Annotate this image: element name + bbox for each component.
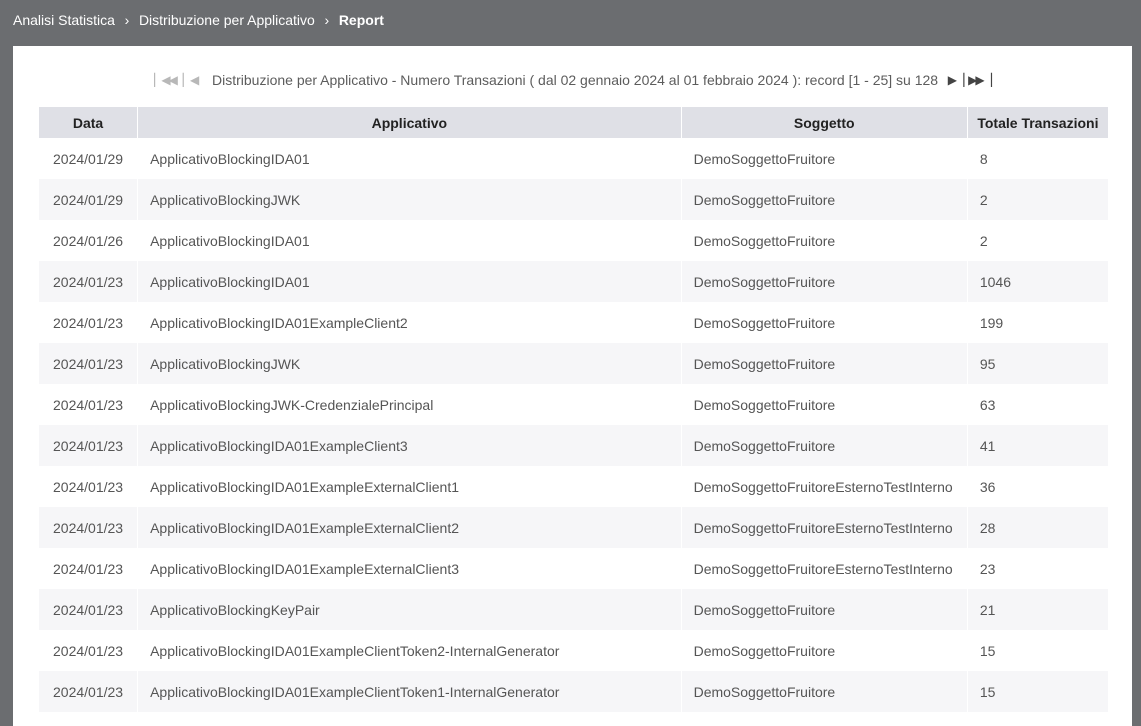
cell-data: 2024/01/29	[39, 179, 138, 220]
cell-applicativo: ApplicativoBlockingIDA01	[138, 261, 681, 302]
cell-totale-transazioni: 1046	[967, 261, 1108, 302]
table-row[interactable]: 2024/01/23 ApplicativoBlockingIDA01 DemoSo…	[39, 261, 1108, 302]
chevron-right-icon: ›	[124, 12, 130, 28]
column-header-soggetto[interactable]: Soggetto	[681, 107, 967, 138]
last-page-icon[interactable]: ▶▶▕	[968, 68, 992, 92]
cell-soggetto: DemoSoggettoFruitore	[681, 630, 967, 671]
previous-page-icon[interactable]: ▏◀	[182, 68, 199, 92]
cell-data: 2024/01/23	[39, 671, 138, 712]
cell-applicativo: ApplicativoBlockingIDA01ExampleClientTok…	[138, 630, 681, 671]
cell-applicativo: ApplicativoBlockingIDA01	[138, 220, 681, 261]
cell-soggetto: DemoSoggettoFruitore	[681, 343, 967, 384]
cell-soggetto: DemoSoggettoFruitore	[681, 425, 967, 466]
table-row[interactable]: 2024/01/29 ApplicativoBlockingIDA01 DemoSo…	[39, 138, 1108, 179]
cell-applicativo: ApplicativoBlockingIDA01ExampleExternalC…	[138, 507, 681, 548]
cell-soggetto: DemoSoggettoFruitore	[681, 138, 967, 179]
cell-soggetto: DemoSoggettoFruitore	[681, 302, 967, 343]
cell-soggetto: DemoSoggettoFruitore	[681, 179, 967, 220]
cell-totale-transazioni: 41	[967, 425, 1108, 466]
table-row[interactable]: 2024/01/23 ApplicativoBlockingIDA01Exampl…	[39, 507, 1108, 548]
table-row[interactable]: 2024/01/29 ApplicativoBlockingJWK DemoSogg…	[39, 179, 1108, 220]
cell-totale-transazioni: 15	[967, 671, 1108, 712]
cell-applicativo: ApplicativoBlockingIDA01ExampleClientTok…	[138, 671, 681, 712]
cell-totale-transazioni: 199	[967, 302, 1108, 343]
table-row[interactable]: 2024/01/23 ApplicativoBlockingIDA01Exampl…	[39, 548, 1108, 589]
cell-applicativo: ApplicativoBlockingIDA01ExampleExternalC…	[138, 466, 681, 507]
column-header-data[interactable]: Data	[39, 107, 138, 138]
cell-data: 2024/01/23	[39, 507, 138, 548]
cell-totale-transazioni: 2	[967, 220, 1108, 261]
table-row[interactable]: 2024/01/23 ApplicativoBlockingKeyPair Demo…	[39, 589, 1108, 630]
table-body: 2024/01/29 ApplicativoBlockingIDA01 DemoSo…	[39, 138, 1108, 712]
table-row[interactable]: 2024/01/23 ApplicativoBlockingIDA01Exampl…	[39, 302, 1108, 343]
cell-applicativo: ApplicativoBlockingJWK	[138, 343, 681, 384]
cell-applicativo: ApplicativoBlockingJWK-CredenzialePrinci…	[138, 384, 681, 425]
column-header-totale-transazioni[interactable]: Totale Transazioni	[967, 107, 1108, 138]
table-row[interactable]: 2024/01/23 ApplicativoBlockingIDA01Exampl…	[39, 466, 1108, 507]
chevron-right-icon: ›	[324, 12, 330, 28]
cell-data: 2024/01/23	[39, 384, 138, 425]
table-row[interactable]: 2024/01/23 ApplicativoBlockingIDA01Exampl…	[39, 630, 1108, 671]
cell-soggetto: DemoSoggettoFruitore	[681, 220, 967, 261]
cell-totale-transazioni: 63	[967, 384, 1108, 425]
cell-data: 2024/01/29	[39, 138, 138, 179]
cell-totale-transazioni: 36	[967, 466, 1108, 507]
next-page-icon[interactable]: ▶▕	[947, 68, 964, 92]
table-row[interactable]: 2024/01/23 ApplicativoBlockingIDA01Exampl…	[39, 671, 1108, 712]
breadcrumb-item-report: Report	[338, 12, 384, 28]
cell-soggetto: DemoSoggettoFruitore	[681, 384, 967, 425]
cell-data: 2024/01/26	[39, 220, 138, 261]
cell-soggetto: DemoSoggettoFruitoreEsternoTestInterno	[681, 507, 967, 548]
cell-data: 2024/01/23	[39, 261, 138, 302]
cell-totale-transazioni: 23	[967, 548, 1108, 589]
cell-soggetto: DemoSoggettoFruitore	[681, 671, 967, 712]
breadcrumb-item-analisi-statistica[interactable]: Analisi Statistica	[13, 12, 115, 28]
cell-applicativo: ApplicativoBlockingIDA01ExampleExternalC…	[138, 548, 681, 589]
table-row[interactable]: 2024/01/23 ApplicativoBlockingIDA01Exampl…	[39, 425, 1108, 466]
cell-soggetto: DemoSoggettoFruitoreEsternoTestInterno	[681, 466, 967, 507]
cell-applicativo: ApplicativoBlockingKeyPair	[138, 589, 681, 630]
cell-totale-transazioni: 21	[967, 589, 1108, 630]
cell-totale-transazioni: 95	[967, 343, 1108, 384]
cell-applicativo: ApplicativoBlockingJWK	[138, 179, 681, 220]
table-header-row: Data Applicativo Soggetto Totale Transaz…	[39, 107, 1108, 138]
report-panel: ▏◀◀ ▏◀ Distribuzione per Applicativo - N…	[13, 46, 1132, 726]
cell-data: 2024/01/23	[39, 302, 138, 343]
cell-applicativo: ApplicativoBlockingIDA01	[138, 138, 681, 179]
table-row[interactable]: 2024/01/23 ApplicativoBlockingJWK-Credenz…	[39, 384, 1108, 425]
cell-soggetto: DemoSoggettoFruitore	[681, 261, 967, 302]
cell-data: 2024/01/23	[39, 630, 138, 671]
cell-data: 2024/01/23	[39, 343, 138, 384]
first-page-icon[interactable]: ▏◀◀	[154, 68, 178, 92]
cell-totale-transazioni: 2	[967, 179, 1108, 220]
breadcrumb: Analisi Statistica › Distribuzione per A…	[0, 0, 1141, 40]
cell-soggetto: DemoSoggettoFruitoreEsternoTestInterno	[681, 548, 967, 589]
cell-data: 2024/01/23	[39, 425, 138, 466]
cell-data: 2024/01/23	[39, 466, 138, 507]
cell-data: 2024/01/23	[39, 548, 138, 589]
cell-totale-transazioni: 28	[967, 507, 1108, 548]
cell-soggetto: DemoSoggettoFruitore	[681, 589, 967, 630]
cell-data: 2024/01/23	[39, 589, 138, 630]
breadcrumb-item-distribuzione[interactable]: Distribuzione per Applicativo	[139, 12, 315, 28]
cell-totale-transazioni: 8	[967, 138, 1108, 179]
column-header-applicativo[interactable]: Applicativo	[138, 107, 681, 138]
pagination-bar: ▏◀◀ ▏◀ Distribuzione per Applicativo - N…	[13, 68, 1132, 92]
table-row[interactable]: 2024/01/26 ApplicativoBlockingIDA01 DemoSo…	[39, 220, 1108, 261]
table-row[interactable]: 2024/01/23 ApplicativoBlockingJWK DemoSogg…	[39, 343, 1108, 384]
cell-applicativo: ApplicativoBlockingIDA01ExampleClient3	[138, 425, 681, 466]
pagination-label: Distribuzione per Applicativo - Numero T…	[212, 72, 939, 88]
cell-applicativo: ApplicativoBlockingIDA01ExampleClient2	[138, 302, 681, 343]
cell-totale-transazioni: 15	[967, 630, 1108, 671]
report-table: Data Applicativo Soggetto Totale Transaz…	[38, 107, 1109, 712]
